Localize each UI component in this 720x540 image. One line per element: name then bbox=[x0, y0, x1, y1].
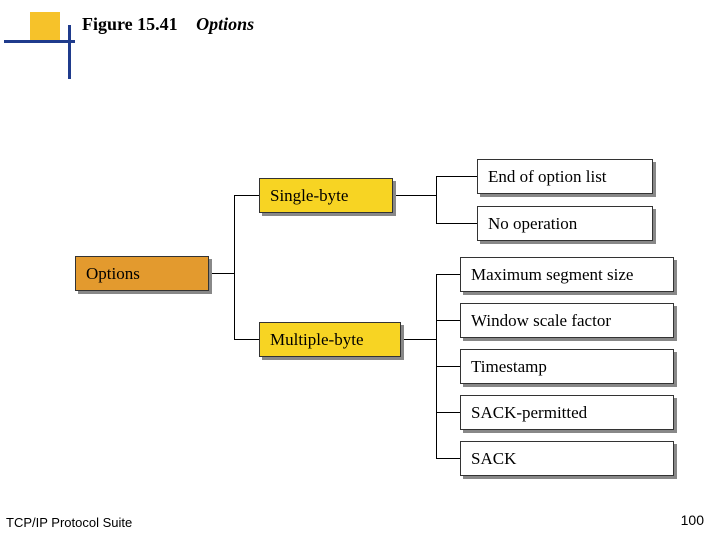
conn bbox=[436, 320, 460, 321]
diagram-canvas: Options Single-byte Multiple-byte End of… bbox=[0, 0, 720, 540]
node-multiple-byte: Multiple-byte bbox=[259, 322, 401, 357]
node-no-op: No operation bbox=[477, 206, 653, 241]
node-sack-perm-label: SACK-permitted bbox=[471, 403, 587, 422]
node-single-byte: Single-byte bbox=[259, 178, 393, 213]
node-end-of-option: End of option list bbox=[477, 159, 653, 194]
conn bbox=[436, 223, 477, 224]
conn bbox=[396, 195, 436, 196]
conn bbox=[234, 339, 259, 340]
node-end-of-option-label: End of option list bbox=[488, 167, 607, 186]
node-sack-perm: SACK-permitted bbox=[460, 395, 674, 430]
footer-left: TCP/IP Protocol Suite bbox=[6, 515, 132, 530]
conn bbox=[234, 195, 259, 196]
node-mss: Maximum segment size bbox=[460, 257, 674, 292]
node-wsf-label: Window scale factor bbox=[471, 311, 611, 330]
conn bbox=[436, 176, 437, 223]
node-sack-label: SACK bbox=[471, 449, 516, 468]
conn bbox=[404, 339, 436, 340]
conn bbox=[436, 274, 460, 275]
page-number: 100 bbox=[681, 512, 704, 528]
node-options-label: Options bbox=[86, 264, 140, 283]
node-sack: SACK bbox=[460, 441, 674, 476]
conn bbox=[436, 458, 460, 459]
node-no-op-label: No operation bbox=[488, 214, 577, 233]
node-single-byte-label: Single-byte bbox=[270, 186, 348, 205]
node-options: Options bbox=[75, 256, 209, 291]
node-timestamp-label: Timestamp bbox=[471, 357, 547, 376]
node-mss-label: Maximum segment size bbox=[471, 265, 633, 284]
conn bbox=[234, 195, 235, 340]
node-timestamp: Timestamp bbox=[460, 349, 674, 384]
conn bbox=[436, 176, 477, 177]
node-multiple-byte-label: Multiple-byte bbox=[270, 330, 363, 349]
conn bbox=[212, 273, 234, 274]
node-wsf: Window scale factor bbox=[460, 303, 674, 338]
conn bbox=[436, 366, 460, 367]
conn bbox=[436, 412, 460, 413]
